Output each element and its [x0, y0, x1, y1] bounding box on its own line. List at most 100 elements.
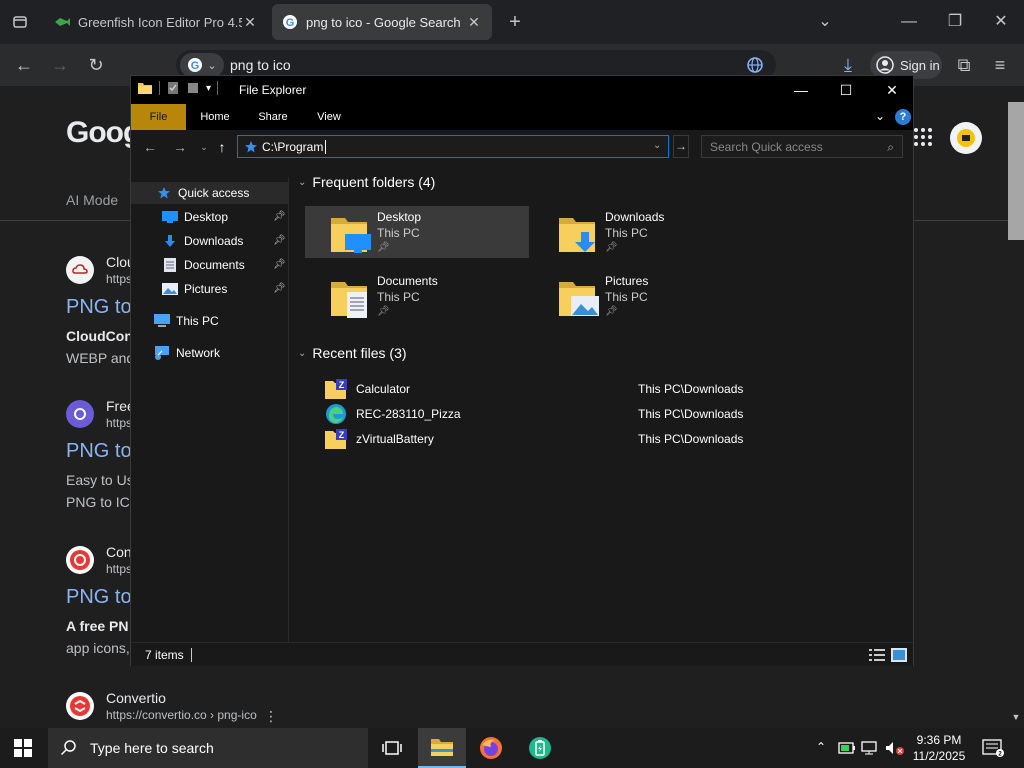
ribbon-tab-view[interactable]: View [309, 104, 349, 130]
tab-google-search[interactable]: G png to ico - Google Search ✕ [272, 4, 492, 40]
result-snippet: CloudCon [66, 328, 133, 344]
new-folder-icon[interactable] [186, 81, 200, 95]
close-tab-icon[interactable]: ✕ [466, 14, 482, 31]
show-hidden-icons[interactable]: ⌃ [816, 740, 826, 754]
nav-label: Pictures [184, 282, 228, 296]
forward-icon[interactable]: → [171, 138, 189, 156]
result-snippet: app icons, [66, 640, 130, 656]
recent-file-row[interactable]: Z zVirtualBattery This PC\Downloads [324, 428, 904, 450]
frequent-folders-header[interactable]: ⌄ Frequent folders (4) [298, 174, 435, 190]
menu-icon[interactable]: ≡ [988, 53, 1012, 77]
pin-icon: 📌︎ [377, 306, 390, 317]
avatar[interactable] [950, 122, 982, 154]
reload-icon[interactable]: ↻ [84, 53, 108, 77]
nav-this-pc[interactable]: This PC [153, 310, 283, 332]
nav-network[interactable]: Network [153, 342, 283, 364]
scrollbar-thumb[interactable] [1008, 102, 1024, 240]
text-caret [325, 139, 327, 154]
back-icon[interactable]: ← [141, 138, 159, 156]
close-tab-icon[interactable]: ✕ [242, 14, 258, 31]
address-text[interactable]: png to ico [230, 57, 291, 73]
scroll-down-icon[interactable]: ▼ [1010, 712, 1022, 722]
folder-tile-pictures[interactable]: Pictures This PC 📌︎ [533, 270, 757, 322]
forward-icon[interactable]: → [48, 53, 72, 77]
nav-downloads[interactable]: Downloads 📌︎ [161, 230, 286, 252]
download-icon[interactable]: ⤓ [836, 53, 860, 77]
ribbon-tab-home[interactable]: Home [193, 104, 237, 130]
windows-start-icon[interactable] [14, 739, 32, 757]
minimize-icon[interactable]: — [791, 80, 811, 100]
result-title[interactable]: PNG to [66, 440, 132, 463]
volume-muted-icon[interactable] [885, 741, 905, 755]
nav-desktop[interactable]: Desktop 📌︎ [161, 206, 286, 228]
folder-tile-downloads[interactable]: Downloads This PC 📌︎ [533, 206, 757, 258]
new-tab-icon[interactable]: + [503, 10, 527, 34]
result-url: https [106, 416, 133, 430]
address-dropdown-icon[interactable]: ⌄ [653, 140, 661, 151]
pin-icon[interactable]: 📌︎ [273, 283, 286, 295]
result-title[interactable]: PNG to [66, 296, 132, 319]
system-clock[interactable]: 9:36 PM 11/2/2025 [912, 732, 966, 764]
network-icon[interactable] [861, 741, 879, 755]
up-icon[interactable]: ↑ [213, 138, 231, 156]
result-snippet: Easy to Us [66, 472, 134, 488]
help-icon[interactable]: ? [895, 109, 911, 125]
taskbar-battery-app[interactable] [516, 728, 564, 768]
more-options-icon[interactable]: ⋮ [264, 708, 278, 725]
tab-greenfish[interactable]: Greenfish Icon Editor Pro 4.5 - ( ✕ [44, 4, 268, 40]
address-input[interactable]: C:\Program [237, 135, 669, 158]
divider [217, 81, 219, 95]
address-row: ← → ⌄ ↑ C:\Program ⌄ → Search Quick acce… [131, 130, 913, 164]
file-explorer-icon [431, 739, 453, 756]
go-icon[interactable]: → [673, 135, 689, 158]
translate-globe-icon[interactable] [746, 56, 764, 74]
task-view-button[interactable] [368, 728, 416, 768]
pin-icon[interactable]: 📌︎ [273, 259, 286, 271]
download-arrow-icon [161, 233, 179, 249]
back-icon[interactable]: ← [12, 53, 36, 77]
taskbar-firefox[interactable] [467, 728, 515, 768]
tab-title: png to ico - Google Search [306, 14, 461, 30]
folder-tile-documents[interactable]: Documents This PC 📌︎ [305, 270, 529, 322]
chevron-down-icon[interactable]: ⌄ [813, 10, 837, 34]
restore-icon[interactable]: ❐ [943, 10, 967, 34]
taskbar-search[interactable]: Type here to search [48, 728, 368, 768]
large-icons-view-icon[interactable] [891, 648, 907, 662]
close-icon[interactable]: ✕ [989, 10, 1013, 34]
properties-icon[interactable] [166, 81, 180, 95]
minimize-icon[interactable]: — [897, 10, 921, 34]
tab-list-icon[interactable] [8, 10, 32, 34]
apps-grid-icon[interactable] [912, 126, 934, 148]
recent-file-row[interactable]: Z Calculator This PC\Downloads [324, 378, 904, 400]
result-snippet: PNG to IC [66, 494, 130, 510]
search-engine-button[interactable]: G ⌄ [180, 53, 224, 77]
battery-charging-icon[interactable] [838, 741, 856, 755]
notifications-icon[interactable]: 2 [982, 739, 1004, 757]
ribbon-tab-share[interactable]: Share [251, 104, 295, 130]
search-input[interactable]: Search Quick access ⌕ [701, 135, 903, 158]
close-icon[interactable]: ✕ [882, 80, 902, 100]
taskbar-file-explorer[interactable] [418, 728, 466, 768]
recent-files-header[interactable]: ⌄ Recent files (3) [298, 345, 407, 361]
nav-quick-access[interactable]: Quick access [131, 182, 289, 204]
extensions-icon[interactable]: ⧉ [952, 53, 976, 77]
page-scrollbar[interactable]: ▼ [1008, 102, 1024, 726]
ribbon-tab-file[interactable]: File [131, 104, 186, 130]
details-view-icon[interactable] [869, 648, 885, 662]
nav-documents[interactable]: Documents 📌︎ [161, 254, 286, 276]
nav-pictures[interactable]: Pictures 📌︎ [161, 278, 286, 300]
result-title[interactable]: PNG to [66, 586, 132, 609]
file-name: REC-283110_Pizza [356, 407, 461, 421]
maximize-icon[interactable]: ☐ [836, 80, 856, 100]
ai-mode-tab[interactable]: AI Mode [66, 192, 118, 208]
pin-icon[interactable]: 📌︎ [273, 235, 286, 247]
pin-icon[interactable]: 📌︎ [273, 211, 286, 223]
section-title: Recent files (3) [312, 345, 407, 361]
customize-toolbar-icon[interactable]: ▾ [206, 83, 211, 94]
title-bar[interactable]: ▾ File Explorer — ☐ ✕ [131, 76, 913, 104]
recent-locations-icon[interactable]: ⌄ [195, 138, 213, 156]
zip-folder-icon: Z [325, 379, 347, 399]
recent-file-row[interactable]: REC-283110_Pizza This PC\Downloads [324, 403, 904, 425]
expand-ribbon-icon[interactable]: ⌄ [875, 109, 885, 123]
folder-tile-desktop[interactable]: Desktop This PC 📌︎ [305, 206, 529, 258]
